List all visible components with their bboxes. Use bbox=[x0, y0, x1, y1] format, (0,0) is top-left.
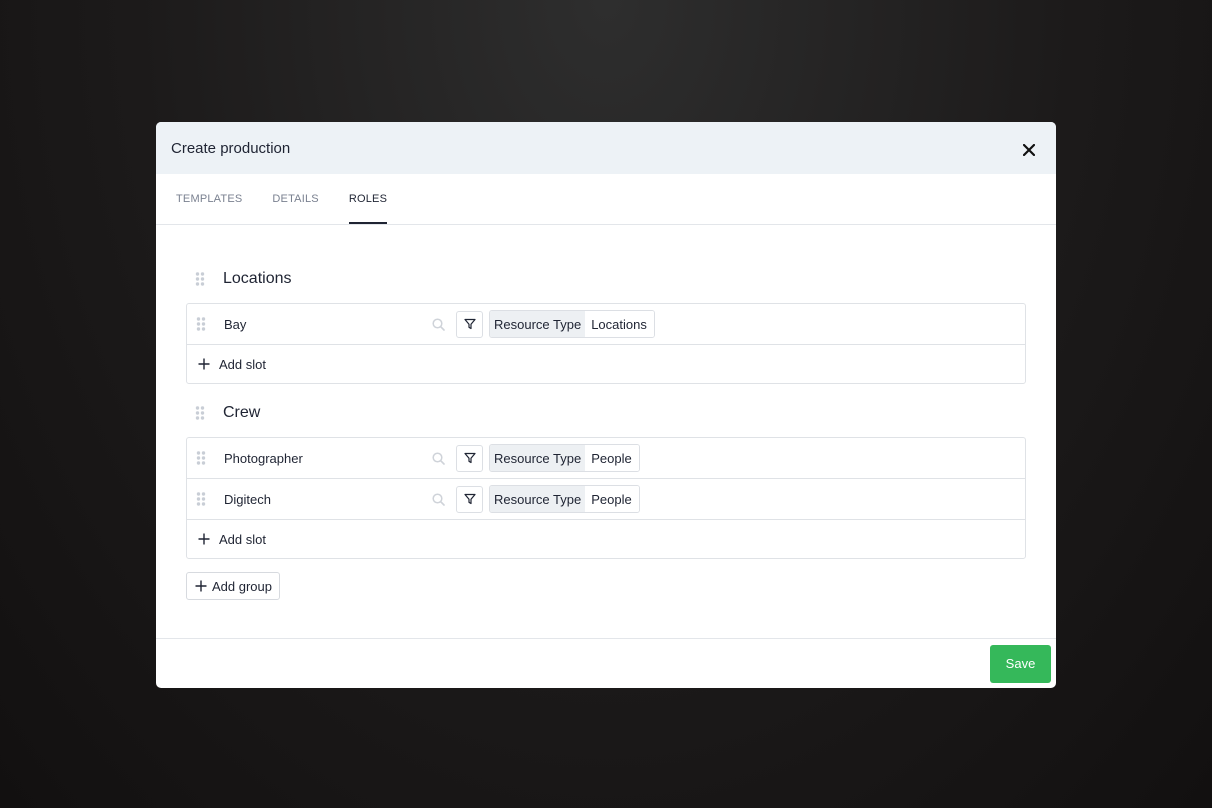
close-icon bbox=[1023, 144, 1035, 156]
group-header: Crew bbox=[186, 389, 1026, 437]
tab-templates[interactable]: TEMPLATES bbox=[176, 174, 242, 224]
slot-name[interactable]: Digitech bbox=[224, 492, 430, 507]
filter-button[interactable] bbox=[456, 310, 483, 338]
tab-roles[interactable]: ROLES bbox=[348, 174, 388, 224]
search-icon[interactable] bbox=[430, 491, 446, 507]
drag-handle-icon[interactable] bbox=[194, 317, 208, 331]
filter-chip-key: Resource Type bbox=[490, 311, 586, 337]
filter-icon bbox=[463, 493, 476, 505]
filter-icon bbox=[463, 318, 476, 330]
plus-icon bbox=[197, 532, 211, 546]
filter-chip-value: People bbox=[585, 445, 639, 471]
filter-chip[interactable]: Resource Type People bbox=[489, 485, 640, 513]
filter-chip[interactable]: Resource Type Locations bbox=[489, 310, 655, 338]
slot-list: Photographer Resource Type People Digite… bbox=[186, 437, 1026, 559]
plus-icon bbox=[197, 357, 211, 371]
modal-footer: Save bbox=[156, 638, 1056, 688]
group-header: Locations bbox=[186, 255, 1026, 303]
drag-handle-icon[interactable] bbox=[194, 451, 208, 465]
group-title: Locations bbox=[223, 270, 292, 287]
filter-button[interactable] bbox=[456, 485, 483, 513]
modal-title: Create production bbox=[171, 139, 291, 157]
add-slot-label: Add slot bbox=[219, 356, 266, 372]
add-group-button[interactable]: Add group bbox=[186, 572, 280, 600]
search-icon[interactable] bbox=[430, 450, 446, 466]
filter-button[interactable] bbox=[456, 444, 483, 472]
slot-row: Photographer Resource Type People bbox=[187, 438, 1025, 479]
add-slot-label: Add slot bbox=[219, 531, 266, 547]
create-production-modal: Create production TEMPLATES DETAILS ROLE… bbox=[156, 122, 1056, 688]
tab-bar: TEMPLATES DETAILS ROLES bbox=[156, 174, 1056, 225]
modal-header: Create production bbox=[156, 122, 1056, 174]
drag-handle-icon[interactable] bbox=[193, 406, 207, 420]
filter-chip[interactable]: Resource Type People bbox=[489, 444, 640, 472]
slot-name[interactable]: Bay bbox=[224, 317, 430, 332]
search-icon[interactable] bbox=[430, 316, 446, 332]
filter-chip-key: Resource Type bbox=[490, 445, 586, 471]
group-title: Crew bbox=[223, 404, 261, 421]
filter-chip-value: People bbox=[585, 486, 639, 512]
add-slot-button[interactable]: Add slot bbox=[187, 345, 1025, 383]
plus-icon bbox=[194, 579, 208, 593]
drag-handle-icon[interactable] bbox=[194, 492, 208, 506]
slot-row: Digitech Resource Type People bbox=[187, 479, 1025, 520]
filter-chip-value: Locations bbox=[585, 311, 654, 337]
slot-list: Bay Resource Type Locations Add slot bbox=[186, 303, 1026, 384]
roles-panel: Locations Bay Resource Type Locations Ad… bbox=[156, 225, 1056, 600]
add-group-label: Add group bbox=[212, 578, 272, 594]
filter-icon bbox=[463, 452, 476, 464]
close-button[interactable] bbox=[1017, 138, 1041, 162]
drag-handle-icon[interactable] bbox=[193, 272, 207, 286]
add-slot-button[interactable]: Add slot bbox=[187, 520, 1025, 558]
tab-details[interactable]: DETAILS bbox=[272, 174, 318, 224]
slot-name[interactable]: Photographer bbox=[224, 451, 430, 466]
filter-chip-key: Resource Type bbox=[490, 486, 586, 512]
save-button[interactable]: Save bbox=[990, 644, 1051, 683]
slot-row: Bay Resource Type Locations bbox=[187, 304, 1025, 345]
